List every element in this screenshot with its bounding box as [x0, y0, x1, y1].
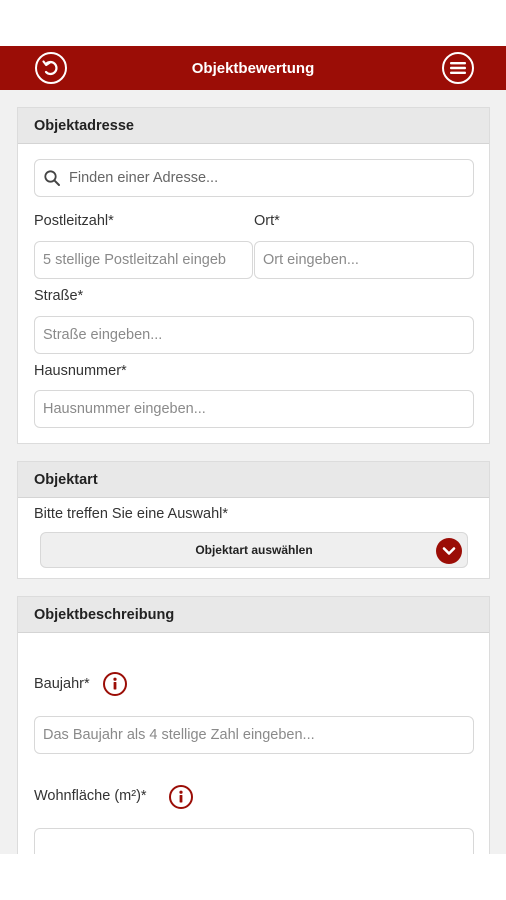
ort-placeholder: Ort eingeben...	[263, 252, 359, 268]
ort-input[interactable]: Ort eingeben...	[254, 241, 474, 279]
hausnummer-placeholder: Hausnummer eingeben...	[43, 401, 206, 417]
objektbeschreibung-card: Objektbeschreibung Baujahr* Das Baujahr …	[17, 596, 490, 854]
objektart-select-label: Objektart auswählen	[195, 543, 313, 557]
menu-icon	[450, 62, 466, 74]
wohnflaeche-input[interactable]	[34, 828, 474, 854]
objektart-card: Objektart Bitte treffen Sie eine Auswahl…	[17, 461, 490, 579]
page-title: Objektbewertung	[191, 59, 315, 77]
wohnflaeche-info-button[interactable]	[166, 782, 196, 812]
wohnflaeche-label: Wohnfläche (m²)*	[34, 788, 147, 804]
form-content: Objektadresse Finden einer Adresse... Po…	[0, 90, 506, 854]
strasse-label: Straße*	[34, 288, 84, 304]
back-arrow-icon	[42, 60, 58, 76]
strasse-placeholder: Straße eingeben...	[43, 327, 163, 343]
top-bar: Objektbewertung	[0, 46, 506, 90]
app-screen: Objektbewertung Objektadresse Finden ein…	[0, 0, 506, 900]
plz-placeholder: 5 stellige Postleitzahl eingeb	[43, 252, 226, 268]
info-icon	[113, 677, 117, 690]
objektadresse-card: Objektadresse Finden einer Adresse... Po…	[17, 107, 490, 444]
hausnummer-input[interactable]: Hausnummer eingeben...	[34, 390, 474, 428]
objektbeschreibung-heading: Objektbeschreibung	[18, 597, 489, 633]
objektart-prompt: Bitte treffen Sie eine Auswahl*	[34, 506, 228, 522]
objektart-select[interactable]: Objektart auswählen	[40, 532, 468, 568]
hausnummer-label: Hausnummer*	[34, 363, 127, 379]
chevron-down-icon	[436, 538, 462, 564]
baujahr-info-button[interactable]	[100, 669, 130, 699]
address-search-input[interactable]: Finden einer Adresse...	[34, 159, 474, 197]
address-search-placeholder: Finden einer Adresse...	[69, 170, 219, 186]
back-button[interactable]	[35, 52, 67, 84]
strasse-input[interactable]: Straße eingeben...	[34, 316, 474, 354]
baujahr-placeholder: Das Baujahr als 4 stellige Zahl eingeben…	[43, 727, 315, 743]
objektart-heading: Objektart	[18, 462, 489, 498]
plz-label: Postleitzahl*	[34, 213, 114, 229]
ort-label: Ort*	[254, 213, 280, 229]
info-icon	[179, 790, 183, 803]
search-icon	[44, 170, 60, 186]
plz-input[interactable]: 5 stellige Postleitzahl eingeb	[34, 241, 253, 279]
menu-button[interactable]	[442, 52, 474, 84]
objektadresse-heading: Objektadresse	[18, 108, 489, 144]
baujahr-label: Baujahr*	[34, 676, 90, 692]
baujahr-input[interactable]: Das Baujahr als 4 stellige Zahl eingeben…	[34, 716, 474, 754]
